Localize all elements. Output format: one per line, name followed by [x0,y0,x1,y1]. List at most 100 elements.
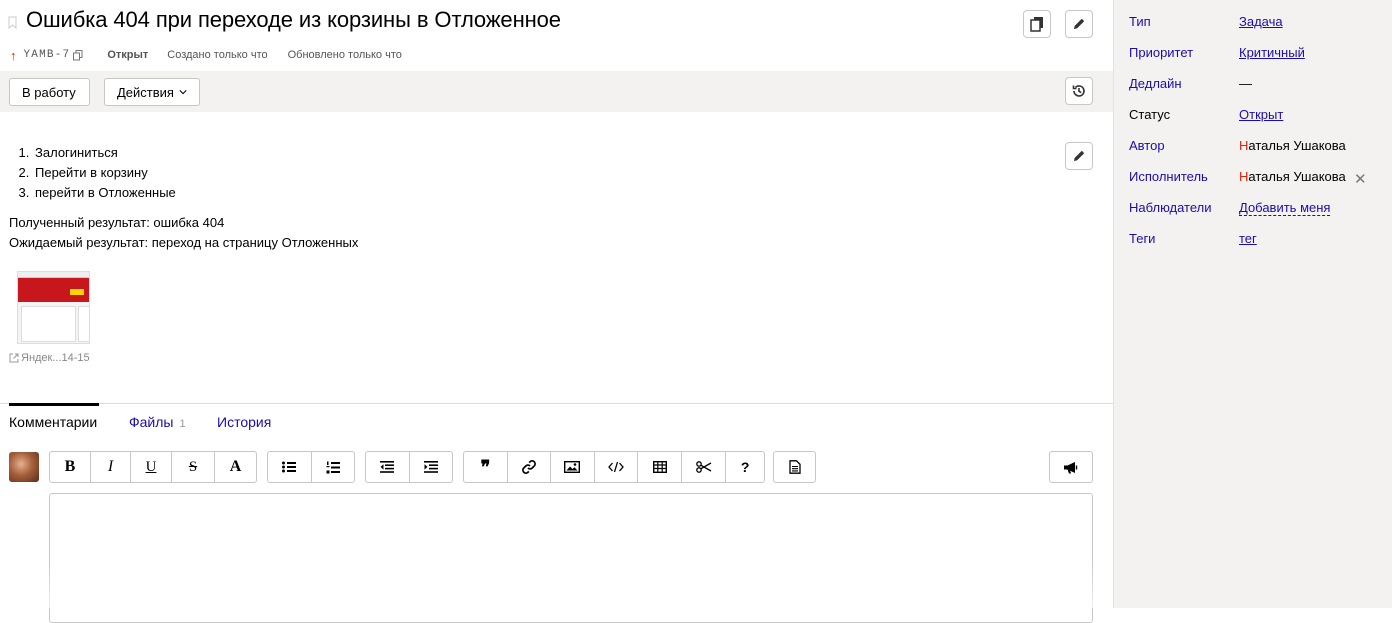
author-rest: аталья Ушакова [1248,138,1346,153]
created-time: Создано только что [167,49,268,61]
prop-priority-label: Приоритет [1129,45,1194,60]
numbered-list-button[interactable] [312,452,355,482]
copy-key-icon[interactable] [73,49,83,61]
indent-icon [423,461,438,473]
tab-files-label: Файлы [129,414,174,430]
add-me-link[interactable]: Добавить меня [1239,200,1331,216]
template-toolbar-group [773,451,816,483]
status-link[interactable]: Открыт [1239,107,1283,122]
prop-priority-value[interactable]: Критичный [1239,45,1305,60]
prop-assignee-label: Исполнитель [1129,169,1208,184]
attachment-name: Яндек...14-15 [21,352,90,364]
external-link-icon [9,353,19,363]
indent-button[interactable] [410,452,453,482]
insert-toolbar-group: ❞ ? [463,451,765,483]
tab-history[interactable]: История [217,414,271,430]
scissors-icon [695,461,712,473]
copy-icon [1030,17,1043,32]
status-label: Открыт [107,49,149,61]
help-button[interactable]: ? [726,452,764,482]
bullet-list-icon [282,461,297,473]
start-work-label: В работу [22,84,76,100]
font-button[interactable]: A [215,452,256,482]
template-button[interactable] [774,452,815,482]
link-button[interactable] [508,452,551,482]
attachment-link[interactable]: Яндек...14-15 [9,352,90,364]
prop-watchers-value[interactable]: Добавить меня [1239,200,1331,216]
image-button[interactable] [551,452,595,482]
tabs-divider [0,403,1113,404]
prop-author-label: Автор [1129,138,1165,153]
numbered-list-icon [326,461,340,473]
prop-watchers-label: Наблюдатели [1129,200,1212,215]
attachment-thumbnail[interactable] [17,271,90,344]
code-button[interactable] [595,452,639,482]
table-icon [652,461,667,473]
announce-toolbar-group [1049,451,1093,483]
issue-title: Ошибка 404 при переходе из корзины в Отл… [26,7,561,32]
prop-type-label: Тип [1129,14,1151,29]
type-link[interactable]: Задача [1239,14,1283,29]
image-icon [564,461,581,473]
issue-key[interactable]: YAMB-7 [24,49,71,61]
properties-sidebar [1113,0,1392,608]
priority-arrow-icon: ↑ [10,47,17,63]
remove-assignee-icon[interactable]: ✕ [1354,170,1367,188]
list-item: перейти в Отложенные [33,183,358,203]
quote-button[interactable]: ❞ [464,452,508,482]
author-name[interactable]: Наталья Ушакова [1239,138,1346,153]
assignee-rest: аталья Ушакова [1248,169,1346,184]
prop-tags-value[interactable]: тег [1239,231,1257,246]
author-initial: Н [1239,138,1249,153]
expected-result: Ожидаемый результат: переход на страницу… [9,235,359,250]
tag-link[interactable]: тег [1239,231,1257,246]
assignee-name[interactable]: Наталья Ушакова [1239,169,1346,184]
issue-meta: ↑ YAMB-7 Открыт Создано только что Обнов… [10,47,402,63]
tab-comments-label: Комментарии [9,414,98,430]
bullet-list-button[interactable] [268,452,312,482]
edit-title-button[interactable] [1065,10,1093,38]
strikethrough-button[interactable]: S [172,452,215,482]
announce-button[interactable] [1050,452,1092,482]
updated-time: Обновлено только что [287,49,402,61]
issue-description: Залогиниться Перейти в корзину перейти в… [9,143,358,253]
prop-type-value[interactable]: Задача [1239,14,1283,29]
prop-tags-label: Теги [1129,231,1156,246]
chevron-down-icon [179,90,187,95]
issue-toolbar: В работу Действия [0,71,1113,112]
cut-button[interactable] [682,452,727,482]
link-icon [521,460,536,474]
pencil-icon [1074,150,1085,161]
underline-button[interactable]: U [131,452,172,482]
start-work-button[interactable]: В работу [9,78,90,106]
actions-label: Действия [117,84,174,100]
active-tab-indicator [9,403,99,406]
prop-status-value[interactable]: Открыт [1239,107,1283,122]
priority-link[interactable]: Критичный [1239,45,1305,60]
table-button[interactable] [638,452,683,482]
italic-button[interactable]: I [91,452,131,482]
tab-files[interactable]: Файлы 1 [129,414,186,430]
prop-status-label: Статус [1129,107,1171,122]
tab-history-label: История [217,414,272,430]
actions-dropdown[interactable]: Действия [104,78,200,106]
code-icon [608,461,624,473]
tab-comments[interactable]: Комментарии [9,414,97,430]
megaphone-icon [1064,461,1078,473]
prop-deadline-value[interactable]: — [1239,76,1252,91]
bottom-fade [0,560,1113,608]
indent-toolbar-group [365,451,453,483]
edit-description-button[interactable] [1065,142,1093,170]
history-button[interactable] [1065,77,1093,105]
outdent-button[interactable] [366,452,410,482]
prop-deadline-label: Дедлайн [1129,76,1182,91]
steps-list: Залогиниться Перейти в корзину перейти в… [33,143,358,203]
assignee-initial: Н [1239,169,1249,184]
avatar [9,452,39,482]
bookmark-icon[interactable] [8,16,17,29]
list-item: Перейти в корзину [33,163,358,183]
files-count: 1 [179,418,186,430]
bold-button[interactable]: B [50,452,91,482]
list-item: Залогиниться [33,143,358,163]
copy-link-button[interactable] [1023,10,1051,38]
